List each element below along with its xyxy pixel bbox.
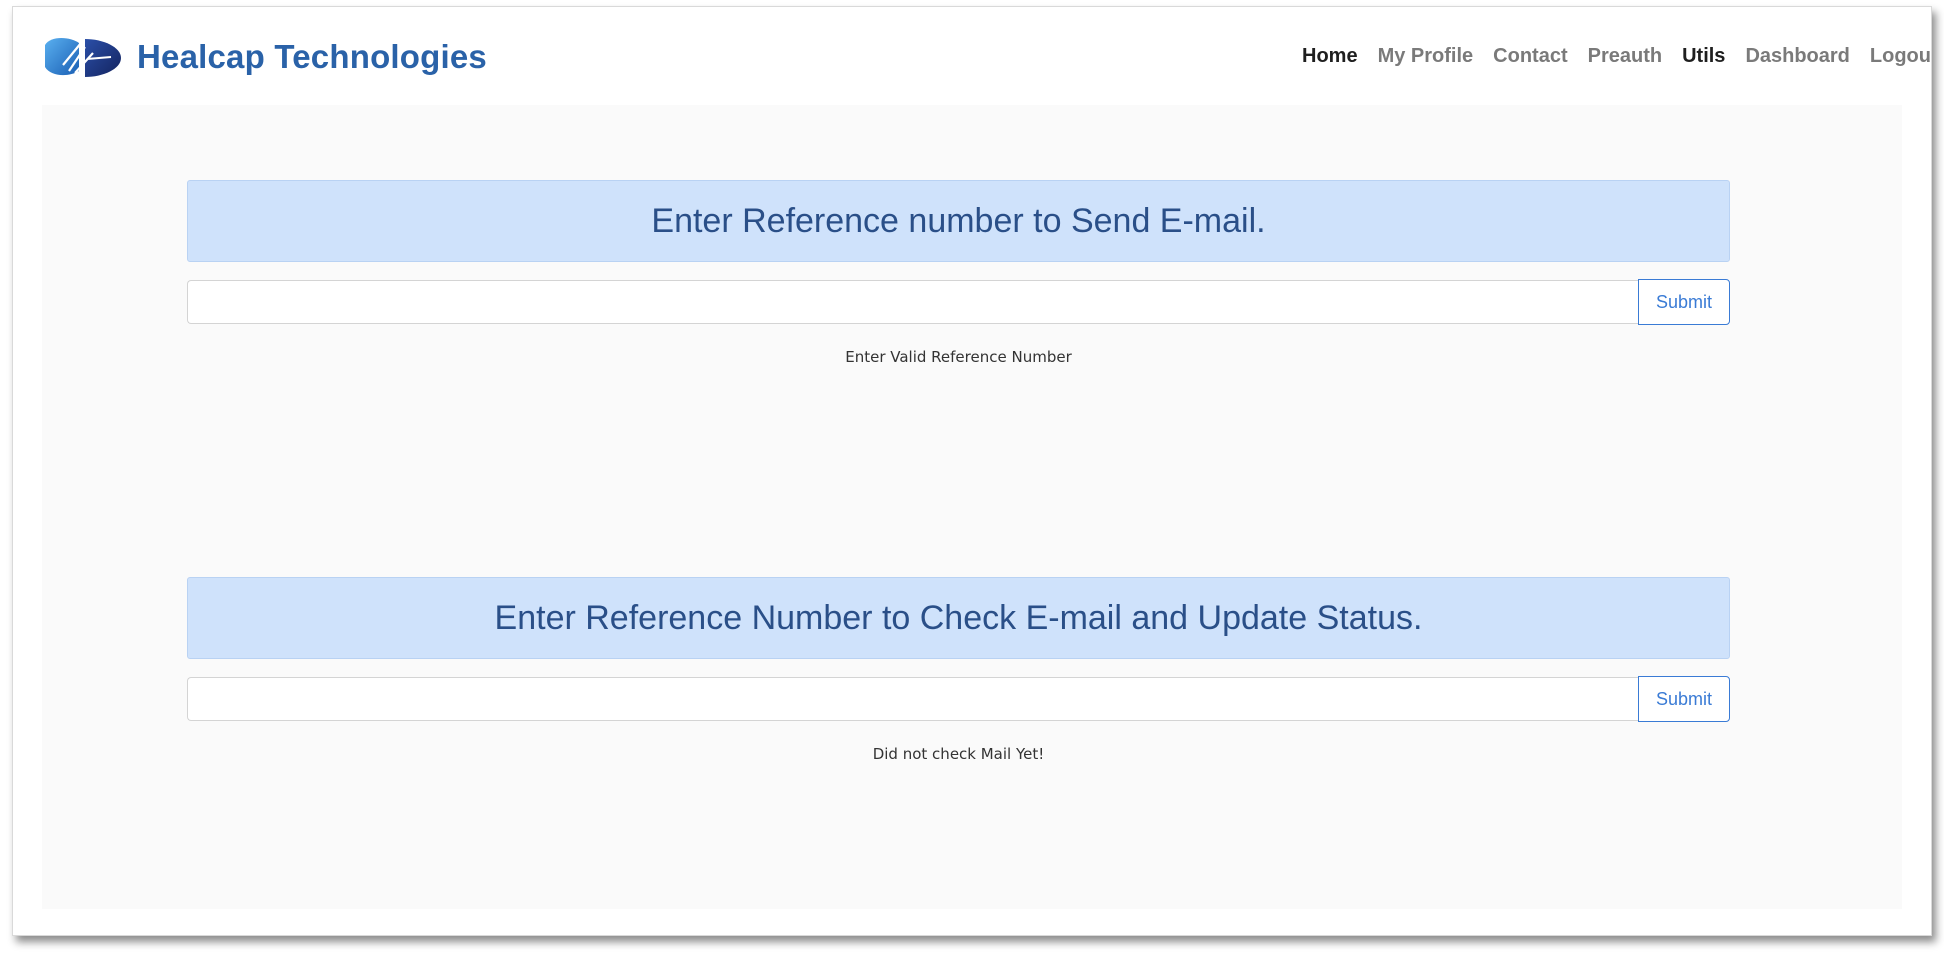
nav-my-profile[interactable]: My Profile <box>1378 45 1474 68</box>
check-email-status: Did not check Mail Yet! <box>872 745 1045 763</box>
nav-logout[interactable]: Logou <box>1870 45 1931 68</box>
brand-name: Healcap Technologies <box>137 38 487 75</box>
brand[interactable]: Healcap Technologies <box>41 31 487 83</box>
navbar: Healcap Technologies Home My Profile Con… <box>13 7 1931 105</box>
check-email-input-group: Submit <box>187 676 1730 723</box>
main-content: Enter Reference number to Send E-mail. S… <box>42 105 1902 909</box>
send-email-input-group: Submit <box>187 279 1730 326</box>
check-email-section: Enter Reference Number to Check E-mail a… <box>187 577 1730 763</box>
nav-dashboard[interactable]: Dashboard <box>1745 45 1849 68</box>
nav-home[interactable]: Home <box>1302 45 1358 68</box>
send-email-status: Enter Valid Reference Number <box>845 348 1072 366</box>
healcap-logo-icon <box>45 38 121 77</box>
nav-links: Home My Profile Contact Preauth Utils Da… <box>1282 45 1931 68</box>
send-email-section: Enter Reference number to Send E-mail. S… <box>187 180 1730 366</box>
send-email-submit-button[interactable]: Submit <box>1638 279 1730 325</box>
send-email-title: Enter Reference number to Send E-mail. <box>651 201 1266 240</box>
nav-utils[interactable]: Utils <box>1682 45 1725 68</box>
check-email-title: Enter Reference Number to Check E-mail a… <box>494 598 1423 637</box>
nav-contact[interactable]: Contact <box>1493 45 1567 68</box>
check-email-header: Enter Reference Number to Check E-mail a… <box>187 577 1730 659</box>
check-email-submit-button[interactable]: Submit <box>1638 676 1730 722</box>
browser-window: Healcap Technologies Home My Profile Con… <box>12 6 1932 936</box>
nav-preauth[interactable]: Preauth <box>1588 45 1662 68</box>
send-email-header: Enter Reference number to Send E-mail. <box>187 180 1730 262</box>
check-email-reference-input[interactable] <box>187 677 1638 721</box>
send-email-reference-input[interactable] <box>187 280 1638 324</box>
